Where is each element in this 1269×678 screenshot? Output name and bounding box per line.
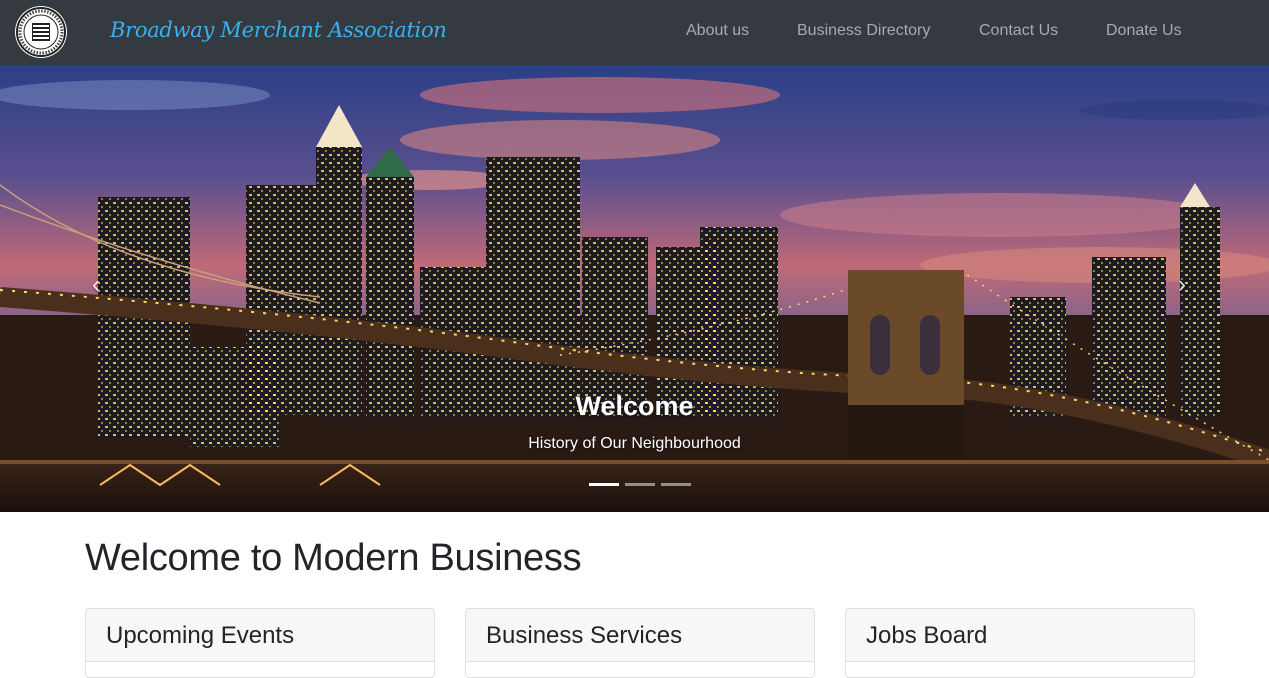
carousel-indicator-1[interactable] — [589, 483, 619, 486]
card-header: Upcoming Events — [86, 609, 434, 662]
nav-link-contact-us[interactable]: Contact Us — [979, 22, 1058, 40]
nav-link-business-directory[interactable]: Business Directory — [797, 22, 930, 40]
carousel-indicator-2[interactable] — [625, 483, 655, 486]
card-header: Jobs Board — [846, 609, 1194, 662]
card-business-services: Business Services — [465, 608, 815, 678]
carousel-prev-icon[interactable]: ‹ — [86, 270, 106, 300]
page-heading: Welcome to Modern Business — [85, 537, 582, 579]
carousel-caption-subtitle: History of Our Neighbourhood — [528, 435, 741, 452]
hero-carousel[interactable]: ‹ › Welcome History of Our Neighbourhood — [0, 65, 1269, 512]
brand-title[interactable]: Broadway Merchant Association — [110, 18, 447, 42]
navbar: Broadway Merchant Association About us B… — [0, 0, 1269, 65]
card-jobs-board: Jobs Board — [845, 608, 1195, 678]
carousel-indicator-3[interactable] — [661, 483, 691, 486]
carousel-next-icon[interactable]: › — [1172, 270, 1192, 300]
carousel-caption-title: Welcome — [575, 391, 694, 421]
association-seal-icon[interactable] — [15, 6, 67, 58]
nav-link-about-us[interactable]: About us — [686, 22, 749, 40]
card-upcoming-events: Upcoming Events — [85, 608, 435, 678]
card-header: Business Services — [466, 609, 814, 662]
nav-link-donate-us[interactable]: Donate Us — [1106, 22, 1182, 40]
